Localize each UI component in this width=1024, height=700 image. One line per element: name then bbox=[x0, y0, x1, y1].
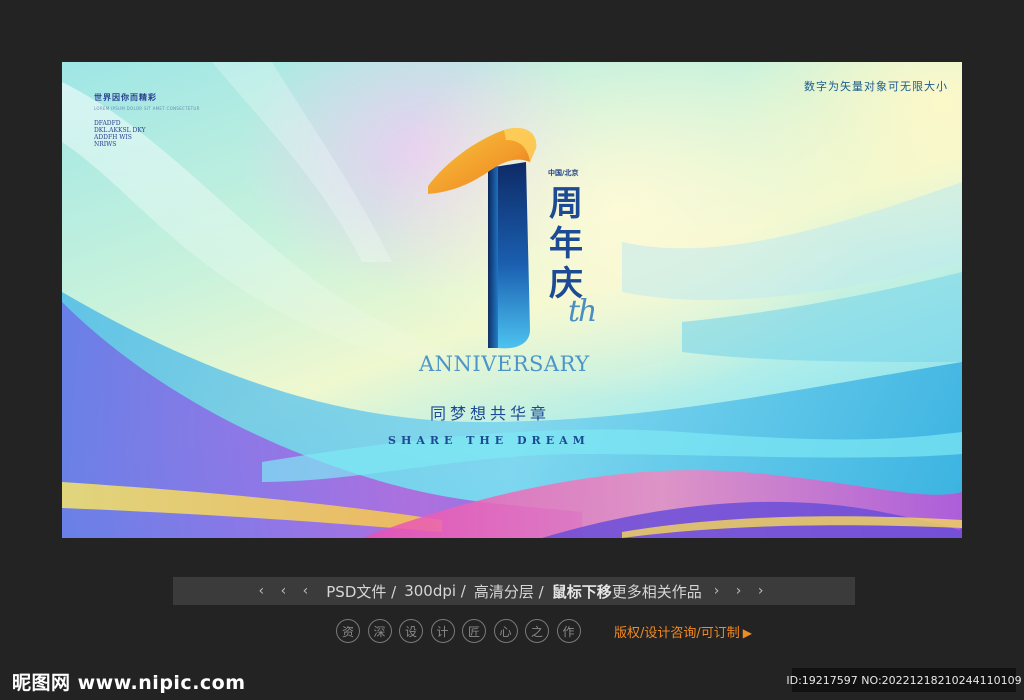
copyright-link[interactable]: 版权/设计咨询/可订制 ▶ bbox=[614, 622, 752, 641]
service-badge: 深 bbox=[367, 619, 392, 643]
slogan-english: SHARE THE DREAM bbox=[388, 434, 590, 447]
service-badge: 心 bbox=[493, 619, 518, 643]
number-one-graphic bbox=[428, 128, 537, 349]
service-badges: 资 深 设 计 匠 心 之 作 bbox=[336, 619, 588, 643]
anniversary-chinese-title: 周年庆 bbox=[549, 184, 583, 304]
resolution-label: 300dpi / bbox=[404, 582, 466, 600]
file-type-label: PSD文件 / bbox=[326, 582, 397, 601]
site-logo[interactable]: 昵图网 www.nipic.com bbox=[12, 668, 246, 695]
anniversary-english-title: ANNIVERSARY bbox=[419, 352, 590, 376]
location-label: 中国/北京 bbox=[548, 169, 579, 177]
info-toolbar: ‹ ‹ ‹ PSD文件 / 300dpi / 高清分层 / 鼠标下移更多相关作品… bbox=[173, 577, 855, 605]
service-badge: 设 bbox=[399, 619, 423, 643]
prev-arrows[interactable]: ‹ ‹ ‹ bbox=[259, 583, 315, 599]
copyright-link-label: 版权/设计咨询/可订制 bbox=[614, 626, 740, 641]
corner-code-line: NRIWS bbox=[94, 141, 117, 148]
service-badge: 作 bbox=[556, 619, 581, 643]
service-badge: 之 bbox=[525, 619, 549, 643]
service-badge: 计 bbox=[430, 619, 455, 643]
corner-codes: DFADFD DKL.AKKSL DKY ADDFH WIS NRIWS bbox=[94, 120, 146, 148]
corner-code-line: ADDFH WIS bbox=[94, 134, 132, 141]
slogan-chinese: 同梦想共华章 bbox=[430, 404, 551, 423]
corner-subtitle: LOREM IPSUM DOLOR SIT AMET CONSECTETUR bbox=[94, 106, 200, 111]
next-arrows[interactable]: › › › bbox=[714, 583, 770, 599]
service-badge: 匠 bbox=[462, 619, 486, 643]
corner-title: 世界因你而精彩 bbox=[94, 92, 157, 102]
hover-hint-bold: 鼠标下移 bbox=[551, 582, 612, 601]
play-arrow-icon: ▶ bbox=[742, 626, 752, 640]
poster-artwork: 世界因你而精彩 LOREM IPSUM DOLOR SIT AMET CONSE… bbox=[62, 62, 962, 538]
image-id-info: ID:19217597 NO:20221218210244110109 bbox=[786, 668, 1022, 692]
service-badge: 资 bbox=[336, 619, 360, 643]
vector-note: 数字为矢量对象可无限大小 bbox=[804, 80, 948, 93]
hover-hint-rest: 更多相关作品 bbox=[611, 582, 702, 601]
layers-label: 高清分层 / bbox=[473, 582, 544, 601]
corner-code-line: DKL.AKKSL DKY bbox=[94, 127, 146, 134]
ordinal-suffix: th bbox=[568, 294, 597, 329]
corner-code-line: DFADFD bbox=[94, 120, 121, 127]
more-works-hint[interactable]: 鼠标下移更多相关作品 bbox=[552, 581, 702, 602]
